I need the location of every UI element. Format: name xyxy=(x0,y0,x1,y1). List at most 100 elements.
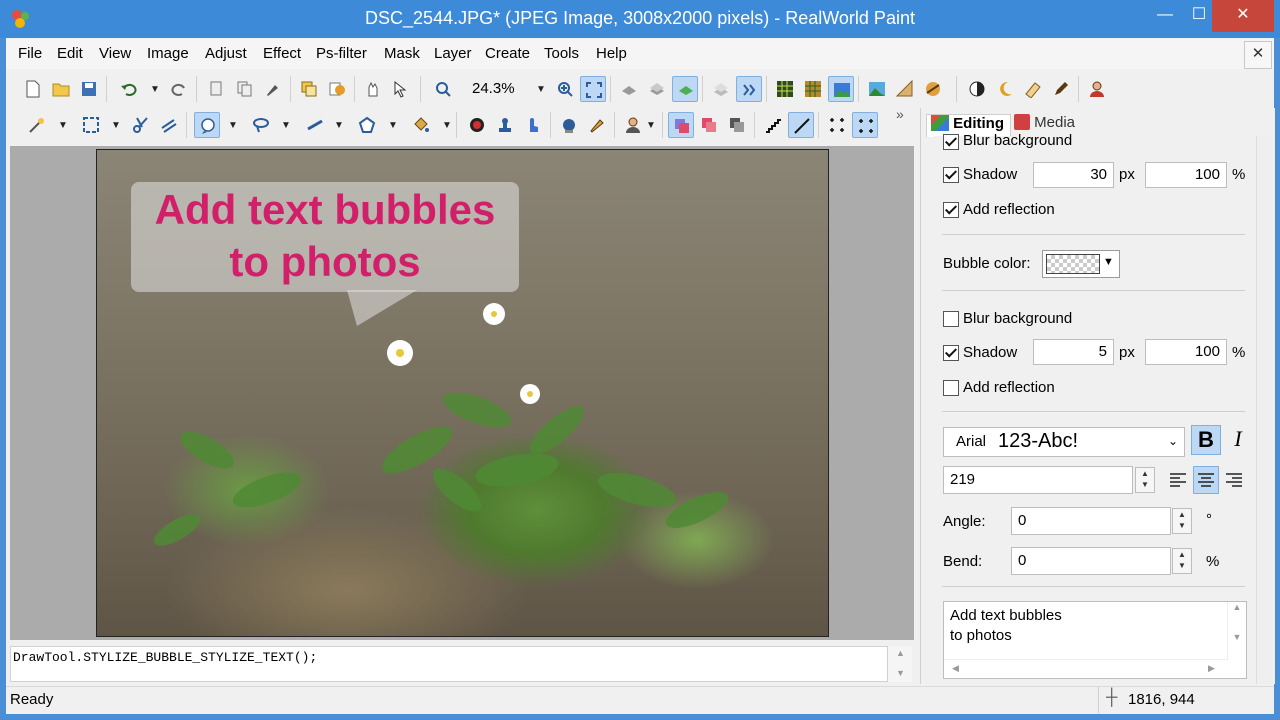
align-left-button[interactable] xyxy=(1166,468,1190,492)
mode-subtract-button[interactable] xyxy=(724,112,750,138)
document-close-button[interactable]: ✕ xyxy=(1244,41,1272,69)
text-bubble-tool-button[interactable] xyxy=(194,112,220,138)
italic-button[interactable]: I xyxy=(1226,425,1250,455)
ruler-button[interactable] xyxy=(892,76,918,102)
text-bubble-dropdown-icon[interactable]: ▼ xyxy=(228,120,238,131)
polygon-dropdown-icon[interactable]: ▼ xyxy=(388,120,398,131)
selection-dropdown-icon[interactable]: ▼ xyxy=(111,120,121,131)
polygon-tool-button[interactable] xyxy=(354,112,380,138)
bend-spinner[interactable]: ▲ ▼ xyxy=(1172,548,1192,574)
save-button[interactable] xyxy=(76,76,102,102)
cut-button[interactable] xyxy=(204,76,230,102)
script-scrollbar[interactable]: ▲ ▼ xyxy=(888,646,912,682)
photo-canvas[interactable]: Add text bubbles to photos xyxy=(96,149,829,637)
menu-edit[interactable]: Edit xyxy=(57,45,83,62)
angle-input[interactable]: 0 xyxy=(1011,507,1171,535)
zoom-value[interactable]: 24.3% xyxy=(472,80,515,97)
lasso-dropdown-icon[interactable]: ▼ xyxy=(281,120,291,131)
bend-input[interactable]: 0 xyxy=(1011,547,1171,575)
font-size-spinner[interactable]: ▲ ▼ xyxy=(1135,467,1155,493)
text-area-hscrollbar[interactable]: ◀ ▶ xyxy=(944,659,1228,678)
picture-button[interactable] xyxy=(864,76,890,102)
points-active-button[interactable] xyxy=(852,112,878,138)
add-reflection-checkbox-1[interactable] xyxy=(943,202,959,218)
eraser-button[interactable] xyxy=(1020,76,1046,102)
align-center-button[interactable] xyxy=(1193,466,1219,494)
redo-button[interactable] xyxy=(166,76,192,102)
menu-ps-filter[interactable]: Ps-filter xyxy=(316,45,367,62)
blur-background-checkbox-2[interactable] xyxy=(943,311,959,327)
panel-scrollbar[interactable] xyxy=(1256,136,1271,684)
undo-dropdown-icon[interactable]: ▼ xyxy=(150,84,160,95)
text-area-scrollbar[interactable]: ▲ ▼ xyxy=(1227,602,1246,660)
person-dropdown-icon[interactable]: ▼ xyxy=(646,120,656,131)
layer-active-button[interactable] xyxy=(672,76,698,102)
shadow-checkbox-1[interactable] xyxy=(943,167,959,183)
person-tool-button[interactable] xyxy=(620,112,646,138)
menu-view[interactable]: View xyxy=(99,45,131,62)
font-size-input[interactable]: 219 xyxy=(943,466,1133,494)
menu-help[interactable]: Help xyxy=(596,45,627,62)
antialias-on-button[interactable] xyxy=(788,112,814,138)
menu-create[interactable]: Create xyxy=(485,45,530,62)
zoom-dropdown-icon[interactable]: ▼ xyxy=(536,84,546,95)
stamp-button[interactable] xyxy=(492,112,518,138)
mode-replace-button[interactable] xyxy=(668,112,694,138)
duplicate-button[interactable] xyxy=(296,76,322,102)
open-button[interactable] xyxy=(48,76,74,102)
menu-file[interactable]: File xyxy=(18,45,42,62)
layer-button[interactable] xyxy=(324,76,350,102)
shadow-size-input-1[interactable]: 30 xyxy=(1033,162,1114,188)
new-button[interactable] xyxy=(20,76,46,102)
paste-button[interactable] xyxy=(260,76,286,102)
layers-merge-button[interactable] xyxy=(736,76,762,102)
undo-button[interactable] xyxy=(116,76,142,102)
add-reflection-checkbox-2[interactable] xyxy=(943,380,959,396)
line-dropdown-icon[interactable]: ▼ xyxy=(334,120,344,131)
line-tool-button[interactable] xyxy=(302,112,328,138)
shadow-opacity-input-1[interactable]: 100 xyxy=(1145,162,1227,188)
align-right-button[interactable] xyxy=(1222,468,1246,492)
shadow-checkbox-2[interactable] xyxy=(943,345,959,361)
grid-button[interactable] xyxy=(772,76,798,102)
toolbar-overflow-button[interactable]: » xyxy=(896,106,904,122)
magic-wand-dropdown-icon[interactable]: ▼ xyxy=(58,120,68,131)
angle-spinner[interactable]: ▲ ▼ xyxy=(1172,508,1192,534)
moon-button[interactable] xyxy=(992,76,1018,102)
contrast-button[interactable] xyxy=(964,76,990,102)
bold-button[interactable]: B xyxy=(1191,425,1221,455)
user-button[interactable] xyxy=(1084,76,1110,102)
brush-tool-button[interactable] xyxy=(584,112,610,138)
pointer-button[interactable] xyxy=(388,76,414,102)
antialias-off-button[interactable] xyxy=(760,112,786,138)
fill-tool-button[interactable] xyxy=(408,112,434,138)
hand-button[interactable] xyxy=(360,76,386,102)
lasso-button[interactable] xyxy=(248,112,274,138)
shadow-size-input-2[interactable]: 5 xyxy=(1033,339,1114,365)
selection-button[interactable] xyxy=(78,112,104,138)
script-console[interactable]: DrawTool.STYLIZE_BUBBLE_STYLIZE_TEXT(); xyxy=(10,646,888,682)
layers-stack-button[interactable] xyxy=(708,76,734,102)
font-select[interactable]: Arial 123-Abc! ⌄ xyxy=(943,427,1185,457)
effects-button[interactable] xyxy=(920,76,946,102)
menu-mask[interactable]: Mask xyxy=(384,45,420,62)
layer-up-button[interactable] xyxy=(644,76,670,102)
shadow-opacity-input-2[interactable]: 100 xyxy=(1145,339,1227,365)
blur-background-checkbox-top[interactable] xyxy=(943,134,959,150)
menu-effect[interactable]: Effect xyxy=(263,45,301,62)
fit-button[interactable] xyxy=(580,76,606,102)
blur-button[interactable] xyxy=(556,112,582,138)
bubble-text-area[interactable]: Add text bubbles to photos ▲ ▼ ◀ ▶ xyxy=(943,601,1247,679)
finger-button[interactable] xyxy=(520,112,546,138)
crop-button[interactable] xyxy=(156,112,182,138)
fill-dropdown-icon[interactable]: ▼ xyxy=(442,120,452,131)
pen-button[interactable] xyxy=(1048,76,1074,102)
points-button[interactable] xyxy=(824,112,850,138)
red-eye-button[interactable] xyxy=(464,112,490,138)
layer-down-button[interactable] xyxy=(616,76,642,102)
mode-add-button[interactable] xyxy=(696,112,722,138)
menu-image[interactable]: Image xyxy=(147,45,189,62)
bubble-color-picker[interactable]: ▼ xyxy=(1042,250,1120,278)
magic-wand-button[interactable] xyxy=(24,112,50,138)
zoom-out-button[interactable] xyxy=(430,76,456,102)
